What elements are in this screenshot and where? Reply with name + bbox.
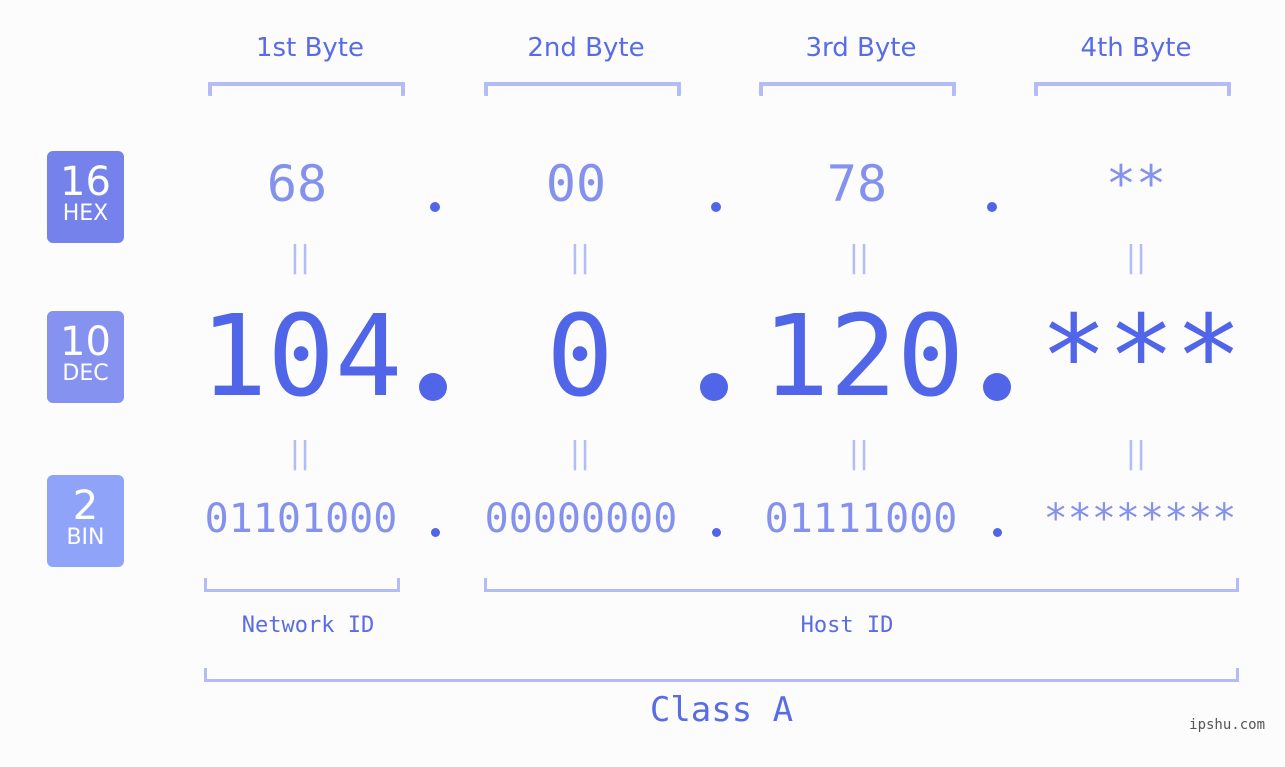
hex-separator-dot — [430, 202, 440, 212]
hex-byte-1: 68 — [266, 155, 328, 213]
bin-badge-label: BIN — [66, 525, 105, 550]
hex-byte-4: ** — [1105, 155, 1167, 213]
dec-byte-1: 104 — [200, 292, 403, 422]
hex-badge-label: HEX — [62, 201, 109, 226]
bin-byte-3: 01111000 — [764, 496, 958, 542]
equals-sign: || — [1125, 436, 1147, 471]
equals-sign: || — [569, 436, 591, 471]
bin-separator-dot — [712, 528, 721, 537]
class-bracket — [204, 668, 1239, 682]
bin-badge: 2 BIN — [47, 475, 124, 567]
byte-header-1: 1st Byte — [256, 33, 364, 63]
byte-bracket-3 — [759, 82, 956, 96]
host-id-bracket — [484, 578, 1239, 592]
byte-header-4: 4th Byte — [1080, 33, 1192, 63]
hex-separator-dot — [711, 202, 721, 212]
network-id-bracket — [204, 578, 400, 592]
dec-separator-dot — [700, 373, 728, 401]
network-id-label: Network ID — [241, 613, 375, 638]
equals-sign: || — [1125, 240, 1147, 275]
dec-byte-4: *** — [1040, 292, 1243, 422]
host-id-label: Host ID — [800, 613, 894, 638]
equals-sign: || — [289, 240, 311, 275]
bin-byte-1: 01101000 — [204, 496, 398, 542]
byte-header-2: 2nd Byte — [527, 33, 645, 63]
class-label: Class A — [649, 690, 794, 730]
byte-bracket-4 — [1034, 82, 1231, 96]
bin-separator-dot — [993, 528, 1002, 537]
dec-badge: 10 DEC — [47, 311, 124, 403]
dec-separator-dot — [983, 373, 1011, 401]
byte-bracket-1 — [208, 82, 405, 96]
dec-separator-dot — [419, 373, 447, 401]
hex-badge-number: 16 — [60, 159, 111, 205]
dec-byte-3: 120 — [762, 292, 965, 422]
hex-byte-3: 78 — [826, 155, 888, 213]
dec-badge-label: DEC — [62, 361, 109, 386]
byte-header-3: 3rd Byte — [805, 33, 917, 63]
bin-byte-2: 00000000 — [484, 496, 678, 542]
hex-byte-2: 00 — [545, 155, 607, 213]
hex-separator-dot — [987, 202, 997, 212]
watermark: ipshu.com — [1189, 717, 1265, 733]
byte-bracket-2 — [484, 82, 681, 96]
dec-badge-number: 10 — [60, 319, 111, 365]
equals-sign: || — [289, 436, 311, 471]
equals-sign: || — [848, 240, 870, 275]
hex-badge: 16 HEX — [47, 151, 124, 243]
equals-sign: || — [848, 436, 870, 471]
bin-badge-number: 2 — [72, 483, 99, 529]
equals-sign: || — [569, 240, 591, 275]
bin-separator-dot — [431, 528, 440, 537]
dec-byte-2: 0 — [546, 292, 614, 422]
bin-byte-4: ******** — [1043, 496, 1237, 542]
